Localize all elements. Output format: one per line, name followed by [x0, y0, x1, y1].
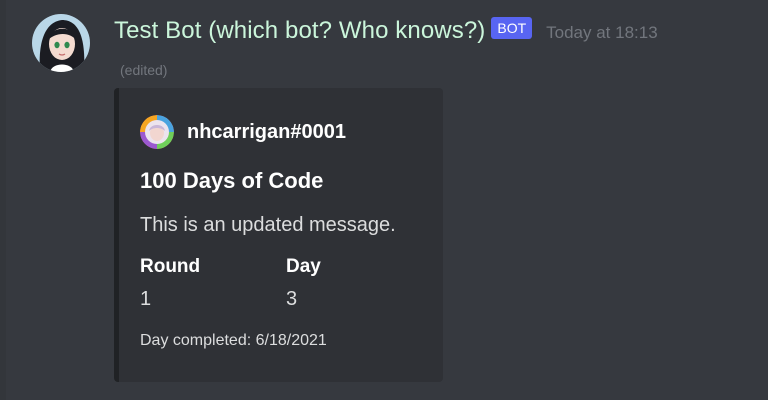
field-value: 1 — [140, 288, 152, 310]
embed-title: 100 Days of Code — [140, 168, 324, 193]
chat-area: Test Bot (which bot? Who knows?) BOT Tod… — [0, 0, 768, 400]
field-name: Round — [140, 256, 201, 277]
scroll-edge — [0, 0, 6, 400]
embed-field-day: Day 3 — [286, 256, 321, 311]
field-name: Day — [286, 256, 321, 277]
bot-badge: BOT — [491, 17, 533, 39]
message-header: Test Bot (which bot? Who knows?) BOT Tod… — [114, 12, 658, 50]
embed-footer: Day completed: 6/18/2021 — [140, 332, 327, 349]
embed-author-name[interactable]: nhcarrigan#0001 — [187, 121, 346, 144]
embed-description: This is an updated message. — [140, 214, 396, 236]
bot-avatar[interactable] — [32, 14, 90, 72]
username[interactable]: Test Bot (which bot? Who knows?) — [114, 17, 485, 45]
edited-label: (edited) — [120, 62, 168, 78]
rainbow-avatar-icon — [140, 115, 174, 149]
anime-girl-avatar-icon — [32, 14, 90, 72]
field-value: 3 — [286, 288, 298, 310]
message-embed: nhcarrigan#0001 100 Days of Code This is… — [114, 88, 443, 382]
timestamp[interactable]: Today at 18:13 — [546, 23, 658, 43]
embed-author: nhcarrigan#0001 — [140, 115, 346, 149]
embed-field-round: Round 1 — [140, 256, 200, 311]
